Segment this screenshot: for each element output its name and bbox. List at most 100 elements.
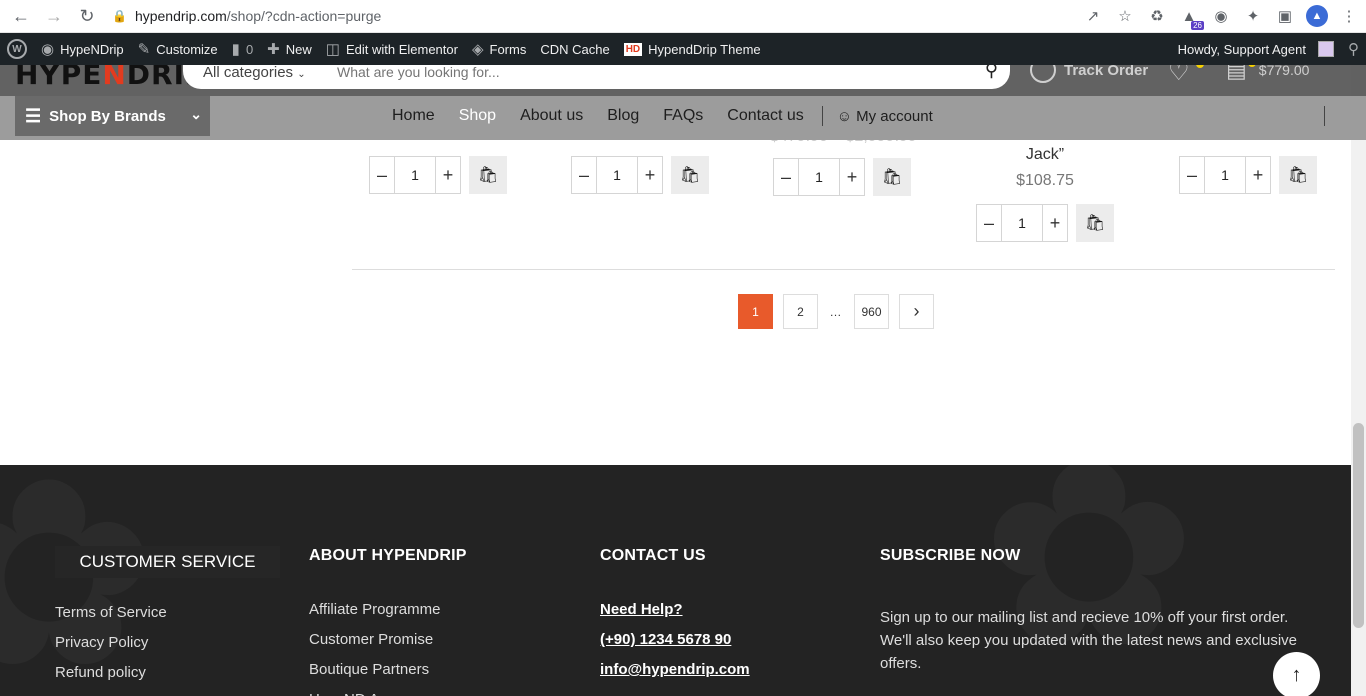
minus-icon[interactable]: – [977, 205, 1001, 241]
about-links: Affiliate Programme Customer Promise Bou… [309, 595, 440, 696]
plus-icon[interactable]: + [1246, 157, 1270, 193]
add-to-cart-button[interactable]: 🛍 [469, 156, 507, 194]
extension-badge-icon[interactable]: ▲ 26 [1178, 5, 1204, 30]
wp-cdn-label: CDN Cache [540, 41, 610, 57]
plus-icon[interactable]: + [638, 157, 662, 193]
subscribe-text: Sign up to our mailing list and recieve … [880, 609, 1297, 672]
chevron-down-icon: ⌄ [190, 106, 202, 122]
product-title[interactable]: Jack” [1000, 146, 1090, 164]
back-icon[interactable]: ← [9, 4, 33, 28]
boutique-partners-link[interactable]: Boutique Partners [309, 655, 440, 685]
shop-by-brands-label: Shop By Brands [49, 107, 166, 125]
shop-by-brands-button[interactable]: ☰ Shop By Brands ⌄ [15, 96, 210, 136]
wp-logo-menu[interactable]: W [0, 33, 34, 65]
shopping-bag-icon: 🛍 [1287, 167, 1309, 184]
quantity-value[interactable]: 1 [1204, 157, 1246, 193]
wp-site-link[interactable]: ◉ HypeNDrip [34, 33, 131, 65]
address-bar[interactable]: 🔒 hypendrip.com/shop/?cdn-action=purge [112, 4, 381, 28]
wp-comments-link[interactable]: ▮ 0 [225, 33, 261, 65]
wp-elementor-link[interactable]: ◫ Edit with Elementor [319, 33, 465, 65]
comment-icon: ▮ [231, 41, 240, 58]
recycle-icon[interactable]: ♻ [1146, 5, 1168, 27]
category-select[interactable]: All categories ⌄ [183, 64, 323, 81]
wp-admin-right: Howdy, Support Agent ⚲ [1171, 33, 1366, 65]
share-icon[interactable]: ↗ [1082, 5, 1104, 27]
product-actions-3: – 1 + 🛍 [773, 158, 911, 196]
avatar [1318, 41, 1334, 57]
back-to-top-arrow-icon[interactable]: ↑ [1273, 652, 1320, 696]
search-input[interactable] [323, 64, 943, 80]
chevron-down-icon: ⌄ [297, 68, 306, 80]
minus-icon[interactable]: – [572, 157, 596, 193]
menu-kebab-icon[interactable]: ⋮ [1338, 5, 1360, 27]
wp-customize-label: Customize [156, 41, 218, 57]
quantity-value[interactable]: 1 [596, 157, 638, 193]
quantity-value[interactable]: 1 [1001, 205, 1043, 241]
terms-link[interactable]: Terms of Service [55, 598, 167, 628]
wp-theme-link[interactable]: HD HypendDrip Theme [617, 33, 768, 65]
search-icon: ⚲ [1348, 41, 1359, 58]
quantity-stepper: – 1 + [773, 158, 865, 196]
apps-link[interactable]: HypeND Apps [309, 685, 440, 696]
plus-icon[interactable]: + [840, 159, 864, 195]
forward-icon[interactable]: → [42, 4, 66, 28]
wp-account-menu[interactable]: Howdy, Support Agent [1171, 33, 1341, 65]
product-actions-4: – 1 + 🛍 [976, 204, 1114, 242]
nav-home[interactable]: Home [392, 107, 435, 125]
email-link[interactable]: info@hypendrip.com [600, 655, 750, 685]
profile-avatar[interactable]: ▲ [1306, 5, 1328, 27]
content-divider [352, 269, 1335, 270]
subscribe-heading: SUBSCRIBE NOW [880, 547, 1021, 564]
scrollbar-thumb[interactable] [1353, 423, 1364, 628]
plus-icon[interactable]: + [1043, 205, 1067, 241]
nav-shop[interactable]: Shop [459, 107, 496, 125]
bookmark-star-icon[interactable]: ☆ [1114, 5, 1136, 27]
my-account-link[interactable]: ☺ My account [837, 108, 933, 125]
plus-icon[interactable]: + [436, 157, 460, 193]
wp-search-button[interactable]: ⚲ [1341, 33, 1366, 65]
wordpress-icon: W [7, 39, 27, 59]
shopping-bag-icon: 🛍 [679, 167, 701, 184]
sidepanel-icon[interactable]: ▣ [1274, 5, 1296, 27]
nav-about[interactable]: About us [520, 107, 583, 125]
quantity-value[interactable]: 1 [798, 159, 840, 195]
add-to-cart-button[interactable]: 🛍 [1076, 204, 1114, 242]
quantity-stepper: – 1 + [1179, 156, 1271, 194]
add-to-cart-button[interactable]: 🛍 [873, 158, 911, 196]
page-960[interactable]: 960 [854, 294, 889, 329]
nav-blog[interactable]: Blog [607, 107, 639, 125]
minus-icon[interactable]: – [774, 159, 798, 195]
wp-forms-link[interactable]: ◈ Forms [465, 33, 533, 65]
need-help-link[interactable]: Need Help? [600, 595, 750, 625]
next-page-chevron-icon[interactable]: › [899, 294, 934, 329]
reload-icon[interactable]: ↻ [75, 4, 99, 28]
minus-icon[interactable]: – [1180, 157, 1204, 193]
shop-content: $479.90 – $2,999.99 – 1 + 🛍 – 1 + 🛍 – 1 … [0, 128, 1366, 465]
privacy-link[interactable]: Privacy Policy [55, 628, 167, 658]
wp-comments-count: 0 [245, 41, 254, 57]
globe-icon[interactable]: ◉ [1210, 5, 1232, 27]
forms-icon: ◈ [471, 41, 484, 58]
nav-contact[interactable]: Contact us [727, 107, 803, 125]
page-1[interactable]: 1 [738, 294, 773, 329]
affiliate-link[interactable]: Affiliate Programme [309, 595, 440, 625]
wp-new-link[interactable]: ✚ New [260, 33, 319, 65]
add-to-cart-button[interactable]: 🛍 [1279, 156, 1317, 194]
wp-customize-link[interactable]: ✎ Customize [131, 33, 225, 65]
minus-icon[interactable]: – [370, 157, 394, 193]
lock-icon: 🔒 [112, 9, 127, 23]
page-2[interactable]: 2 [783, 294, 818, 329]
phone-link[interactable]: (+90) 1234 5678 90 [600, 625, 750, 655]
add-to-cart-button[interactable]: 🛍 [671, 156, 709, 194]
nav-faqs[interactable]: FAQs [663, 107, 703, 125]
customer-promise-link[interactable]: Customer Promise [309, 625, 440, 655]
wp-cdn-link[interactable]: CDN Cache [533, 33, 616, 65]
quantity-value[interactable]: 1 [394, 157, 436, 193]
refund-link[interactable]: Refund policy [55, 658, 167, 688]
primary-menu: Home Shop About us Blog FAQs Contact us … [392, 106, 933, 126]
wp-admin-bar: W ◉ HypeNDrip ✎ Customize ▮ 0 ✚ New ◫ Edit wi… [0, 33, 1366, 65]
puzzle-icon[interactable]: ✦ [1242, 5, 1264, 27]
product-price: $108.75 [1016, 172, 1074, 189]
theme-logo-icon: HD [623, 42, 643, 56]
my-account-label: My account [856, 107, 933, 125]
